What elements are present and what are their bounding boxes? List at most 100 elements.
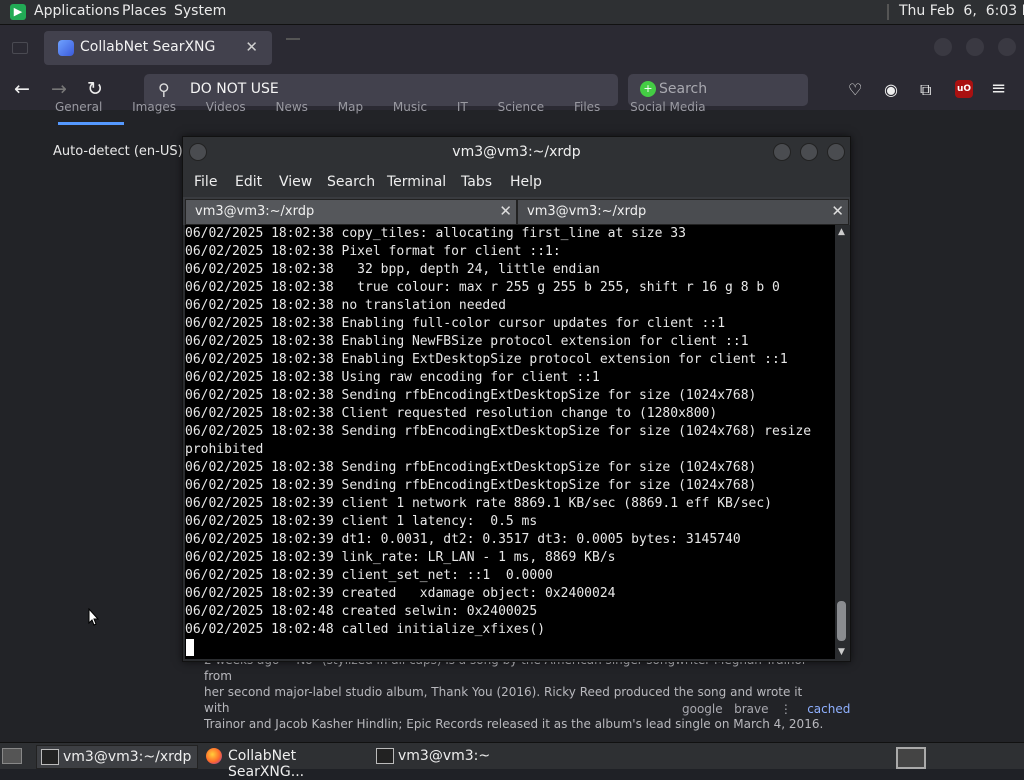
terminal-line: 06/02/2025 18:02:38 32 bpp, depth 24, li… (185, 262, 600, 277)
tab-close-icon[interactable]: ✕ (831, 202, 844, 220)
forward-arrow-icon[interactable]: → (51, 78, 67, 100)
terminal-tab-bar: vm3@vm3:~/xrdp ✕ vm3@vm3:~/xrdp ✕ (183, 197, 850, 225)
taskbar-item-label: CollabNet SearXNG... (228, 748, 305, 780)
clock[interactable]: Thu Feb 6, 6:03 PM (899, 3, 1024, 19)
category-map[interactable]: Map (338, 100, 363, 114)
workspace-switcher[interactable] (896, 747, 926, 769)
terminal-icon (41, 749, 59, 765)
reload-icon[interactable]: ↻ (87, 78, 103, 100)
terminal-line: 06/02/2025 18:02:38 Sending rfbEncodingE… (185, 388, 757, 403)
terminal-line: 06/02/2025 18:02:48 created selwin: 0x24… (185, 604, 538, 619)
account-icon[interactable]: ◉ (884, 80, 898, 99)
searxng-favicon-icon (58, 40, 74, 56)
terminal-line: 06/02/2025 18:02:39 link_rate: LR_LAN - … (185, 550, 616, 565)
result-engines: google brave ⋮ cached (682, 702, 851, 716)
terminal-title: vm3@vm3:~/xrdp (452, 144, 581, 160)
category-files[interactable]: Files (574, 100, 600, 114)
terminal-line: 06/02/2025 18:02:38 Using raw encoding f… (185, 370, 600, 385)
menu-search[interactable]: Search (327, 174, 375, 190)
locale-selector[interactable]: Auto-detect (en-US) (53, 144, 183, 159)
terminal-tab-1[interactable]: vm3@vm3:~/xrdp ✕ (185, 199, 517, 225)
system-menu[interactable]: System (174, 3, 226, 19)
hamburger-menu-icon[interactable]: ≡ (991, 78, 1006, 99)
engine-google: google (682, 702, 723, 716)
close-icon[interactable] (827, 143, 845, 161)
category-videos[interactable]: Videos (206, 100, 246, 114)
category-general[interactable]: General (55, 100, 102, 114)
tab-close-icon[interactable]: ✕ (245, 38, 258, 56)
minimize-window-icon[interactable] (934, 38, 952, 56)
maximize-icon[interactable] (800, 143, 818, 161)
applications-menu-icon[interactable]: ▶ (10, 4, 26, 20)
pocket-icon[interactable]: ♡ (848, 80, 862, 99)
taskbar-item-firefox[interactable]: CollabNet SearXNG... (202, 745, 370, 780)
terminal-line: 06/02/2025 18:02:39 client 1 latency: 0.… (185, 514, 538, 529)
panel-separator (887, 4, 889, 20)
maximize-window-icon[interactable] (966, 38, 984, 56)
terminal-tab-label: vm3@vm3:~/xrdp (195, 204, 315, 219)
terminal-line: 06/02/2025 18:02:39 Sending rfbEncodingE… (185, 478, 757, 493)
search-engine-icon: + (640, 81, 656, 97)
back-arrow-icon[interactable]: ← (14, 78, 30, 100)
menu-edit[interactable]: Edit (235, 174, 262, 190)
category-news[interactable]: News (276, 100, 308, 114)
show-desktop-icon[interactable] (2, 748, 22, 764)
taskbar-item-terminal-home[interactable]: vm3@vm3:~ (372, 745, 512, 767)
terminal-line: 06/02/2025 18:02:38 Client requested res… (185, 406, 718, 421)
search-icon: ⚲ (158, 80, 170, 99)
tab-close-icon[interactable]: ✕ (499, 202, 512, 220)
terminal-tab-2[interactable]: vm3@vm3:~/xrdp ✕ (517, 199, 849, 225)
terminal-line: 06/02/2025 18:02:39 client_set_net: ::1 … (185, 568, 553, 583)
terminal-lines: 06/02/2025 18:02:38 copy_tiles: allocati… (185, 225, 811, 639)
taskbar-item-label: vm3@vm3:~ (398, 748, 491, 764)
category-music[interactable]: Music (393, 100, 427, 114)
terminal-cursor (186, 639, 194, 656)
firefox-icon (206, 748, 222, 764)
category-social-media[interactable]: Social Media (630, 100, 705, 114)
terminal-tab-label: vm3@vm3:~/xrdp (527, 204, 647, 219)
url-text[interactable]: DO NOT USE (190, 81, 279, 97)
minimize-icon[interactable] (773, 143, 791, 161)
cached-link[interactable]: cached (807, 702, 850, 716)
extensions-icon[interactable]: ⧉ (920, 80, 931, 100)
engine-brave: brave (734, 702, 769, 716)
taskbar-item-terminal-xrdp[interactable]: vm3@vm3:~/xrdp (36, 745, 198, 769)
terminal-output[interactable]: 06/02/2025 18:02:38 copy_tiles: allocati… (185, 225, 835, 659)
terminal-menu-bar: File Edit View Search Terminal Tabs Help (183, 167, 850, 197)
terminal-line: 06/02/2025 18:02:38 true colour: max r 2… (185, 280, 780, 295)
applications-menu[interactable]: Applications (34, 3, 120, 19)
category-images[interactable]: Images (132, 100, 176, 114)
scroll-down-icon[interactable]: ▼ (835, 647, 848, 657)
menu-file[interactable]: File (194, 174, 217, 190)
sidebar-toggle-icon[interactable] (12, 42, 28, 54)
category-it[interactable]: IT (457, 100, 468, 114)
terminal-line: 06/02/2025 18:02:38 Sending rfbEncodingE… (185, 460, 757, 475)
terminal-window[interactable]: vm3@vm3:~/xrdp File Edit View Search Ter… (182, 136, 851, 662)
new-tab-icon[interactable] (286, 38, 300, 40)
terminal-line: 06/02/2025 18:02:39 created xdamage obje… (185, 586, 616, 601)
scroll-up-icon[interactable]: ▲ (835, 227, 848, 237)
search-input[interactable]: Search (659, 81, 707, 97)
snippet-line-2: Trainor and Jacob Kasher Hindlin; Epic R… (204, 717, 824, 731)
terminal-line: 06/02/2025 18:02:38 Enabling NewFBSize p… (185, 334, 749, 349)
terminal-title-bar[interactable]: vm3@vm3:~/xrdp (183, 137, 850, 167)
terminal-line: 06/02/2025 18:02:38 Enabling full-color … (185, 316, 726, 331)
scrollbar-thumb[interactable] (837, 601, 846, 641)
terminal-line: 06/02/2025 18:02:39 client 1 network rat… (185, 496, 772, 511)
terminal-line: 06/02/2025 18:02:38 Enabling ExtDesktopS… (185, 352, 788, 367)
menu-help[interactable]: Help (510, 174, 542, 190)
terminal-line: prohibited (185, 442, 264, 457)
terminal-scrollbar[interactable]: ▲ ▼ (835, 225, 848, 659)
menu-tabs[interactable]: Tabs (461, 174, 492, 190)
places-menu[interactable]: Places (122, 3, 167, 19)
menu-terminal[interactable]: Terminal (387, 174, 446, 190)
top-panel: ▶ Applications Places System Thu Feb 6, … (0, 0, 1024, 25)
category-tabs: General Images Videos News Map Music IT … (55, 100, 732, 114)
category-science[interactable]: Science (498, 100, 545, 114)
terminal-line: 06/02/2025 18:02:48 called initialize_xf… (185, 622, 546, 637)
close-window-icon[interactable] (998, 38, 1016, 56)
browser-tab[interactable]: CollabNet SearXNG ✕ (44, 31, 272, 65)
menu-view[interactable]: View (279, 174, 312, 190)
ublock-origin-icon[interactable]: uO (955, 80, 973, 98)
terminal-line: 06/02/2025 18:02:38 copy_tiles: allocati… (185, 226, 686, 241)
